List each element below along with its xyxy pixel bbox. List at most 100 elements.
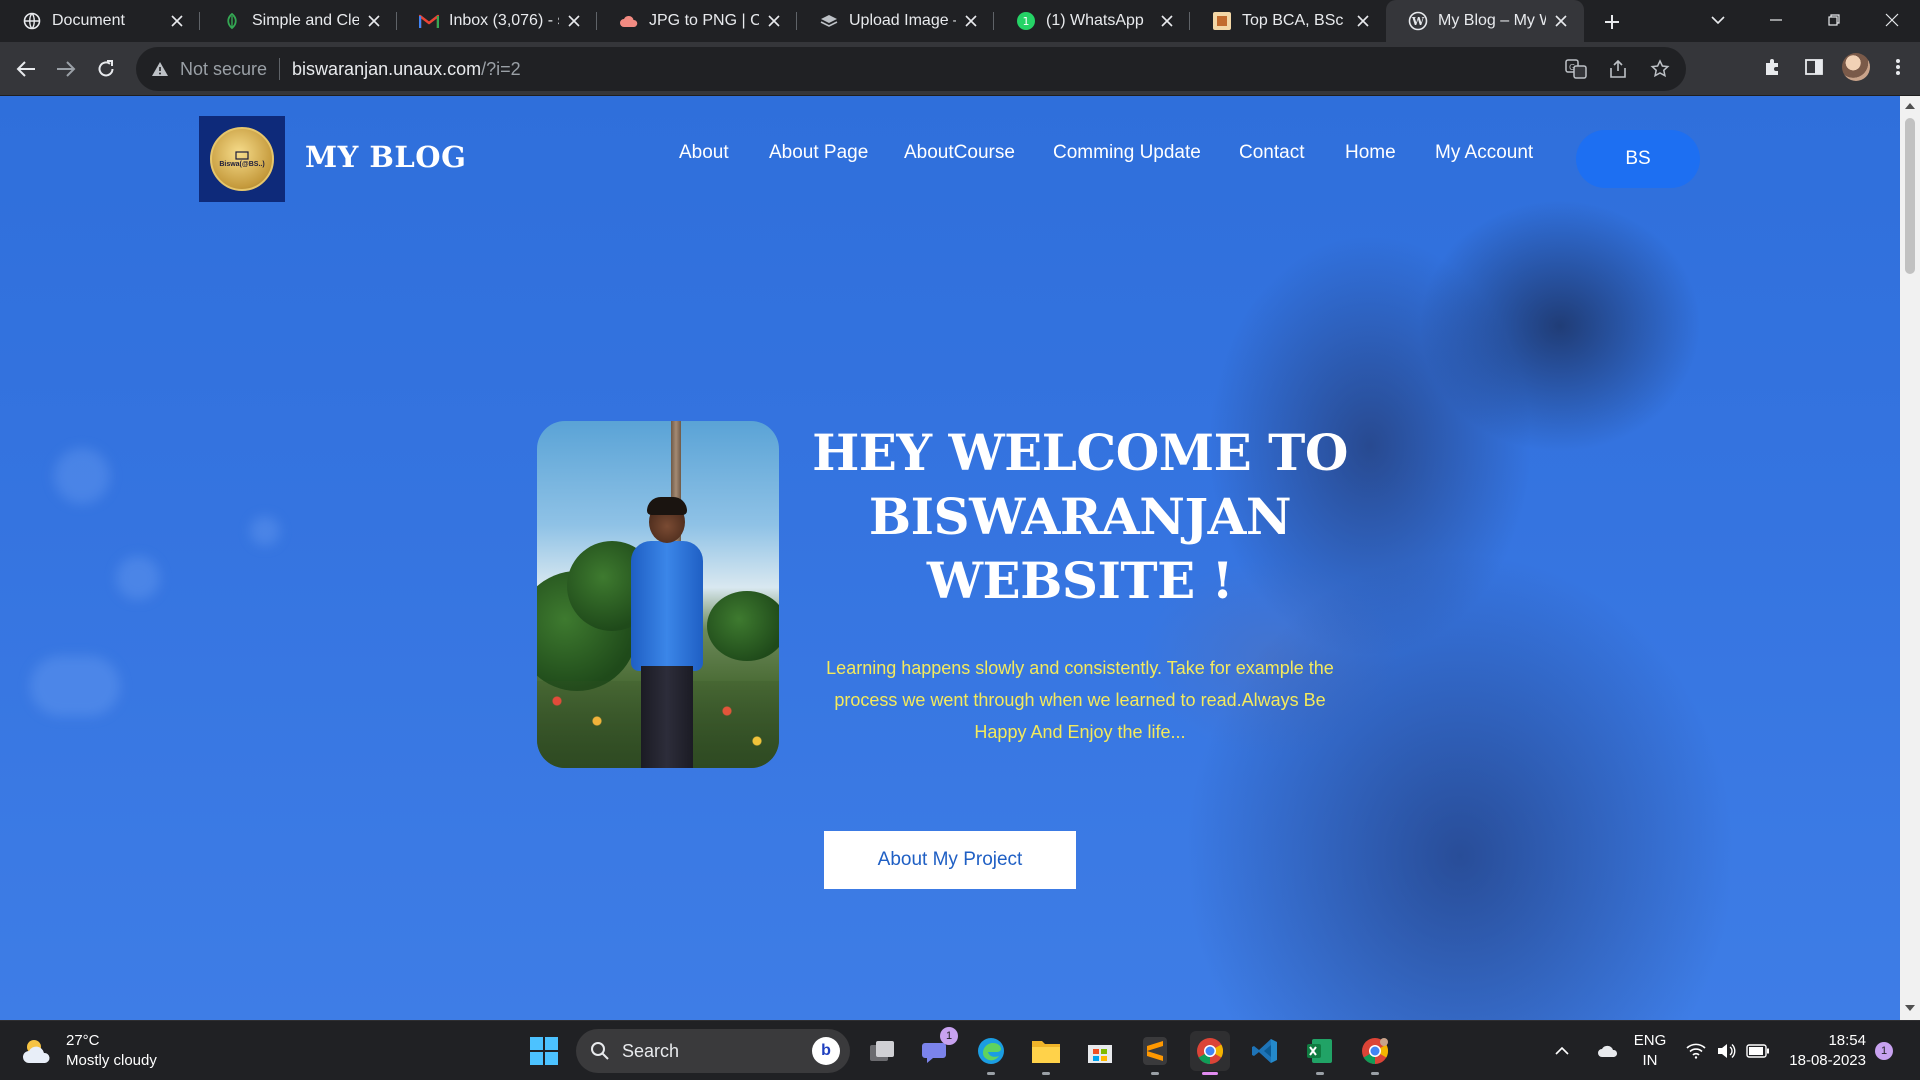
- close-icon: [1885, 13, 1899, 27]
- tab-my-blog[interactable]: W My Blog – My Wo: [1386, 0, 1584, 42]
- site-title[interactable]: MY BLOG: [305, 140, 466, 174]
- scroll-up-icon[interactable]: [1904, 100, 1916, 112]
- vscode-button[interactable]: [1245, 1031, 1285, 1071]
- tab-gmail-inbox[interactable]: Inbox (3,076) - sa: [397, 0, 597, 42]
- security-label[interactable]: Not secure: [180, 59, 267, 80]
- chrome-profile-button[interactable]: [1355, 1031, 1395, 1075]
- tab-whatsapp[interactable]: 1 (1) WhatsApp: [994, 0, 1190, 42]
- minimize-button[interactable]: [1748, 0, 1804, 40]
- gmail-icon: [419, 11, 439, 31]
- folder-icon: [1032, 1041, 1060, 1063]
- file-explorer-button[interactable]: [1026, 1031, 1066, 1075]
- weather-temp: 27°C: [66, 1032, 100, 1049]
- sublime-text-button[interactable]: [1135, 1031, 1175, 1075]
- reload-button[interactable]: [90, 53, 122, 85]
- search-icon: [591, 1042, 609, 1060]
- leaf-icon: [222, 11, 242, 31]
- language-bottom: IN: [1642, 1052, 1658, 1069]
- close-tab-icon[interactable]: [168, 12, 186, 30]
- hero-text-line: Happy And Enjoy the life...: [974, 722, 1186, 742]
- clock-date: 18-08-2023: [1789, 1052, 1866, 1069]
- chevron-up-icon[interactable]: [1550, 1047, 1574, 1055]
- language-top: ENG: [1633, 1032, 1667, 1049]
- nav-aboutcourse[interactable]: AboutCourse: [904, 142, 1015, 164]
- page-viewport: Biswa(@BS..) MY BLOG About About Page Ab…: [0, 96, 1900, 1020]
- hero-heading: HEY WELCOME TO BISWARANJAN WEBSITE !: [800, 421, 1360, 613]
- tab-simple-and-clear[interactable]: Simple and Clear: [200, 0, 397, 42]
- profile-photo: [537, 421, 779, 768]
- onedrive-cloud-icon[interactable]: [1594, 1044, 1622, 1058]
- tab-label: Inbox (3,076) - sa: [449, 12, 559, 29]
- store-button[interactable]: [1080, 1031, 1120, 1071]
- close-tab-icon[interactable]: [565, 12, 583, 30]
- close-window-button[interactable]: [1864, 0, 1920, 40]
- nav-about[interactable]: About: [679, 142, 729, 164]
- minimize-icon: [1770, 19, 1782, 21]
- profile-avatar[interactable]: [1842, 53, 1870, 81]
- close-tab-icon[interactable]: [1354, 12, 1372, 30]
- chrome-icon: [1362, 1038, 1389, 1065]
- bing-icon[interactable]: b: [812, 1037, 840, 1065]
- start-button[interactable]: [524, 1031, 564, 1071]
- hero-text-line: Learning happens slowly and consistently…: [826, 658, 1334, 678]
- tab-label: Simple and Clear: [252, 12, 359, 29]
- site-logo[interactable]: Biswa(@BS..): [199, 116, 285, 202]
- back-button[interactable]: [10, 53, 42, 85]
- close-tab-icon[interactable]: [1552, 12, 1570, 30]
- bokeh-light: [30, 656, 120, 716]
- nav-my-account[interactable]: My Account: [1435, 142, 1533, 164]
- close-tab-icon[interactable]: [765, 12, 783, 30]
- translate-icon[interactable]: G: [1564, 57, 1588, 81]
- teams-chat-button[interactable]: 1: [916, 1027, 958, 1071]
- nav-about-page[interactable]: About Page: [769, 142, 868, 164]
- edge-button[interactable]: [971, 1031, 1011, 1075]
- tab-top-bca[interactable]: Top BCA, BSc ITM: [1190, 0, 1386, 42]
- back-arrow-icon: [16, 61, 35, 77]
- kebab-menu-icon[interactable]: [1884, 53, 1912, 81]
- hero-heading-line: HEY WELCOME TO: [812, 423, 1348, 482]
- vscode-icon: [1252, 1039, 1277, 1063]
- tab-document[interactable]: Document: [0, 0, 200, 42]
- volume-icon: [1718, 1043, 1736, 1059]
- tab-label: (1) WhatsApp: [1046, 12, 1144, 29]
- page-scrollbar[interactable]: [1900, 96, 1920, 1020]
- restore-button[interactable]: [1806, 0, 1862, 40]
- forward-button[interactable]: [50, 53, 82, 85]
- tab-jpg-to-png[interactable]: JPG to PNG | Clou: [597, 0, 797, 42]
- warning-icon[interactable]: [150, 59, 170, 79]
- nav-contact[interactable]: Contact: [1239, 142, 1304, 164]
- bookmark-star-icon[interactable]: [1648, 57, 1672, 81]
- close-tab-icon[interactable]: [1158, 12, 1176, 30]
- task-view-button[interactable]: [862, 1031, 902, 1071]
- taskbar-search[interactable]: Search b: [576, 1029, 850, 1073]
- tab-upload-image[interactable]: Upload Image – r: [797, 0, 994, 42]
- new-tab-button[interactable]: [1596, 6, 1628, 38]
- address-bar[interactable]: Not secure biswaranjan.unaux.com /?i=2 G: [136, 47, 1686, 91]
- notification-badge[interactable]: 1: [1875, 1042, 1893, 1060]
- nav-comming-update[interactable]: Comming Update: [1053, 142, 1201, 164]
- globe-icon: [22, 11, 42, 31]
- weather-condition: Mostly cloudy: [66, 1052, 157, 1069]
- nav-home[interactable]: Home: [1345, 142, 1396, 164]
- tab-search-button[interactable]: [1690, 0, 1746, 40]
- about-my-project-button[interactable]: About My Project: [824, 831, 1076, 889]
- language-indicator[interactable]: ENG IN: [1630, 1021, 1670, 1080]
- clock[interactable]: 18:54 18-08-2023: [1782, 1021, 1866, 1080]
- tab-label: JPG to PNG | Clou: [649, 12, 759, 29]
- quick-settings[interactable]: [1686, 1021, 1770, 1080]
- chrome-button[interactable]: [1190, 1031, 1230, 1075]
- side-panel-icon[interactable]: [1800, 53, 1828, 81]
- account-button[interactable]: BS: [1576, 130, 1700, 188]
- extensions-puzzle-icon[interactable]: [1758, 53, 1786, 81]
- excel-button[interactable]: [1300, 1031, 1340, 1075]
- scrollbar-thumb[interactable]: [1905, 118, 1915, 274]
- scroll-down-icon[interactable]: [1904, 1002, 1916, 1014]
- reload-icon: [98, 60, 114, 77]
- weather-widget[interactable]: 27°C Mostly cloudy: [20, 1031, 157, 1071]
- monitor-icon: [235, 150, 249, 160]
- close-tab-icon[interactable]: [365, 12, 383, 30]
- tab-label: My Blog – My Wo: [1438, 12, 1546, 29]
- close-tab-icon[interactable]: [962, 12, 980, 30]
- share-icon[interactable]: [1606, 57, 1630, 81]
- partly-cloudy-icon: [20, 1033, 56, 1069]
